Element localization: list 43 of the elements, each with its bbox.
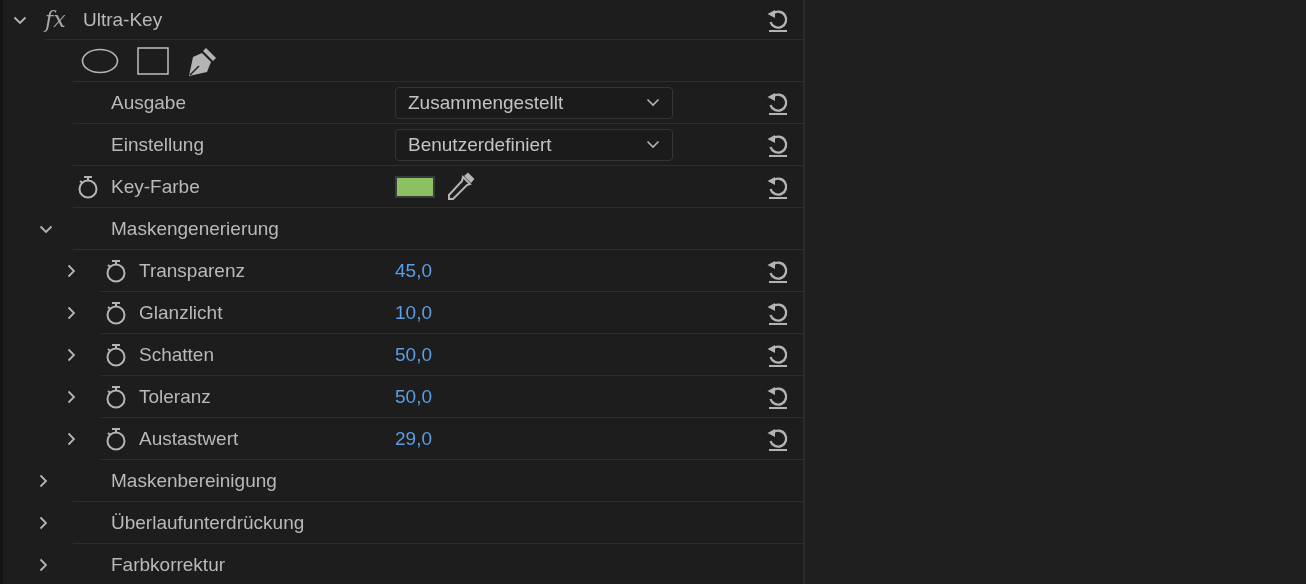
- property-label: Schatten: [139, 343, 214, 366]
- chevron-right-icon[interactable]: [67, 348, 76, 362]
- caret-icon: [646, 140, 660, 149]
- caret-icon: [646, 98, 660, 107]
- stopwatch-icon[interactable]: [105, 300, 127, 325]
- property-label: Farbkorrektur: [111, 553, 226, 576]
- chevron-right-icon[interactable]: [67, 432, 76, 446]
- property-label: Glanzlicht: [139, 301, 223, 324]
- chevron-down-icon[interactable]: [13, 15, 27, 25]
- stopwatch-icon[interactable]: [105, 384, 127, 409]
- property-label: Austastwert: [139, 427, 239, 450]
- property-label: Überlaufunterdrückung: [111, 511, 305, 534]
- eyedropper-icon[interactable]: [445, 171, 475, 202]
- value-field[interactable]: 29,0: [395, 427, 432, 450]
- chevron-right-icon[interactable]: [67, 264, 76, 278]
- chevron-down-icon[interactable]: [39, 224, 53, 234]
- ellipse-mask-icon[interactable]: [81, 47, 119, 74]
- stopwatch-icon[interactable]: [105, 426, 127, 451]
- value-field[interactable]: 10,0: [395, 301, 432, 324]
- chevron-right-icon[interactable]: [67, 390, 76, 404]
- value-field[interactable]: 45,0: [395, 259, 432, 282]
- property-label: Einstellung: [111, 133, 204, 156]
- property-label: Ausgabe: [111, 91, 186, 114]
- dropdown[interactable]: Zusammengestellt: [395, 86, 673, 119]
- property-label: Key-Farbe: [111, 175, 200, 198]
- rectangle-mask-icon[interactable]: [137, 46, 169, 75]
- chevron-right-icon[interactable]: [39, 558, 48, 572]
- value-field[interactable]: 50,0: [395, 385, 432, 408]
- dropdown[interactable]: Benutzerdefiniert: [395, 128, 673, 161]
- fx-icon[interactable]: fx: [45, 7, 66, 32]
- stopwatch-icon[interactable]: [105, 342, 127, 367]
- chevron-right-icon[interactable]: [39, 474, 48, 488]
- chevron-right-icon[interactable]: [39, 516, 48, 530]
- effect-title: Ultra-Key: [83, 8, 163, 31]
- property-label: Transparenz: [139, 259, 245, 282]
- stopwatch-icon[interactable]: [77, 174, 99, 199]
- property-label: Maskengenerierung: [111, 217, 279, 240]
- property-label: Maskenbereinigung: [111, 469, 277, 492]
- stopwatch-icon[interactable]: [105, 258, 127, 283]
- value-field[interactable]: 50,0: [395, 343, 432, 366]
- chevron-right-icon[interactable]: [67, 306, 76, 320]
- color-swatch[interactable]: [395, 175, 435, 198]
- property-label: Toleranz: [139, 385, 211, 408]
